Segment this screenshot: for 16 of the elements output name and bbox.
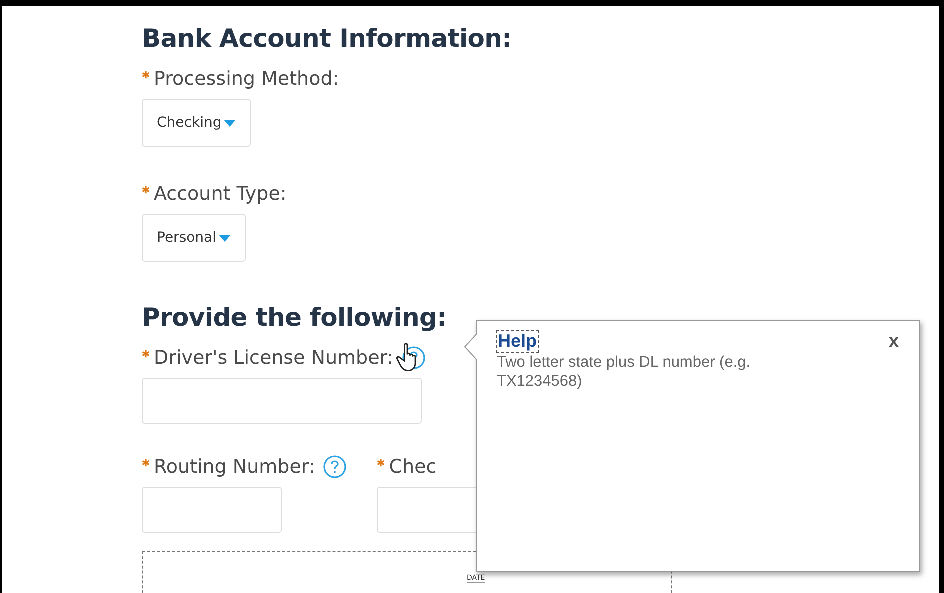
field-label: Driver's License Number: xyxy=(154,347,394,369)
help-text: Two letter state plus DL number (e.g. TX1234568) xyxy=(497,354,752,392)
input-field[interactable] xyxy=(142,487,282,533)
dropdown-caret-icon xyxy=(218,234,231,242)
field-label: Processing Method: xyxy=(154,68,340,90)
field-label: Routing Number: xyxy=(154,456,316,478)
dropdown[interactable]: Personal xyxy=(142,214,246,262)
field-label: Chec xyxy=(389,456,437,478)
close-button[interactable]: x xyxy=(888,331,899,352)
dropdown-caret-icon xyxy=(224,120,236,126)
field-label: Account Type: xyxy=(154,183,287,205)
help-title[interactable]: Help xyxy=(497,331,538,352)
input-field[interactable] xyxy=(142,378,422,424)
section-heading: Bank Account Information: xyxy=(142,24,513,53)
dropdown[interactable]: Checking xyxy=(142,99,251,147)
section-heading: Provide the following: xyxy=(142,303,448,332)
